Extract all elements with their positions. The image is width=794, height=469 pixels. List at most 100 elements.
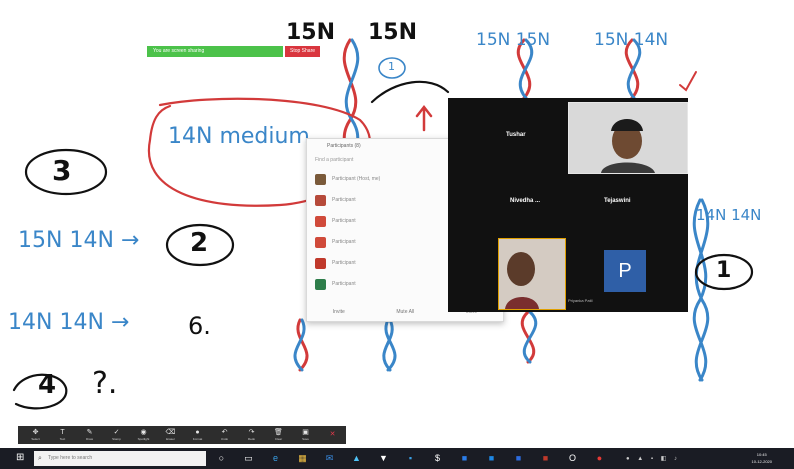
- toolbar-button-redo[interactable]: ↷ Redo: [238, 427, 265, 443]
- toolbar-label: Redo: [247, 437, 256, 441]
- participants-footer-button[interactable]: Mute All: [396, 309, 414, 315]
- label-circle-three: 3: [52, 154, 72, 187]
- annotation-toolbar: ✥ Select T Text ✎ Draw ✓ Stamp ◉ Spotlight ⌫ Eraser…: [18, 426, 346, 444]
- participant-video-1[interactable]: [568, 102, 688, 174]
- toolbar-label: Stamp: [112, 437, 121, 441]
- taskbar-app-icon[interactable]: ✉: [324, 453, 335, 464]
- taskbar-app-icon[interactable]: ○: [216, 453, 227, 464]
- person-silhouette-icon: [569, 103, 687, 173]
- label-15n-top-2: 15N: [368, 20, 418, 45]
- label-circle-one-right: 1: [716, 258, 732, 283]
- person-silhouette-icon: [499, 239, 565, 309]
- label-14n-medium: 14N medium: [168, 124, 310, 149]
- participant-avatar: [315, 194, 326, 206]
- search-icon: ⌕: [38, 455, 42, 462]
- toolbar-label: Save: [302, 437, 309, 441]
- toolbar-icon: ✎: [86, 429, 93, 436]
- label-right-pair-2: 15N 14N: [594, 30, 669, 50]
- toolbar-label: Select: [31, 437, 40, 441]
- toolbar-label: Format: [192, 437, 203, 441]
- taskbar: ⊞ ⌕ Type here to search ○ ▭ e ▦ ✉ ▲ ▼ ▪ $ ■ ■ ■ ■ O ● …: [0, 448, 794, 469]
- share-status-text: You are screen sharing: [147, 46, 283, 57]
- taskbar-app-icon[interactable]: ▦: [297, 453, 308, 464]
- taskbar-app-icon[interactable]: ■: [540, 453, 551, 464]
- label-six: 6.: [188, 312, 211, 340]
- toolbar-label: Clear: [274, 437, 283, 441]
- taskbar-app-icon[interactable]: ■: [459, 453, 470, 464]
- toolbar-button-select[interactable]: ✥ Select: [22, 427, 49, 443]
- participant-video-2[interactable]: [498, 238, 566, 310]
- taskbar-app-icon[interactable]: ▪: [405, 453, 416, 464]
- taskbar-search-input[interactable]: ⌕ Type here to search: [34, 451, 206, 466]
- toolbar-button-save[interactable]: ▣ Save: [292, 427, 319, 443]
- taskbar-app-icon[interactable]: e: [270, 453, 281, 464]
- taskbar-app-icon[interactable]: $: [432, 453, 443, 464]
- label-15n-top: 15N: [286, 20, 336, 45]
- toolbar-label: Text: [59, 437, 66, 441]
- toolbar-button-format[interactable]: ● Format: [184, 427, 211, 443]
- taskbar-app-icon[interactable]: O: [567, 453, 578, 464]
- toolbar-icon: ▣: [302, 429, 309, 436]
- toolbar-icon: ✕: [329, 431, 336, 438]
- search-placeholder: Type here to search: [48, 455, 93, 461]
- label-circle-two: 2: [190, 228, 209, 258]
- toolbar-icon: ↶: [221, 429, 228, 436]
- participant-name-tejaswini: Tejaswini: [604, 198, 631, 204]
- dna-helix-far-right: [692, 198, 710, 382]
- screen: 15N 15N 1 14N medium 3 15N 14N → 2 14N 1…: [0, 0, 794, 469]
- curved-arrow: [370, 80, 450, 104]
- taskbar-clock[interactable]: 10:45 10-12-2020: [752, 451, 772, 465]
- toolbar-button-clear[interactable]: 🗑 Clear: [265, 427, 292, 443]
- red-up-arrow: [415, 104, 433, 132]
- label-14n-14n: 14N 14N →: [8, 310, 130, 335]
- taskbar-app-icon[interactable]: ●: [594, 453, 605, 464]
- label-right-ln: 14N 14N: [696, 206, 762, 224]
- participant-avatar: [315, 173, 326, 185]
- presenter-name: Priyanka Patil: [568, 298, 593, 303]
- toolbar-label: Spotlight: [137, 437, 150, 441]
- red-check: [679, 71, 697, 92]
- clock-time: 10:45: [756, 452, 767, 457]
- label-circle-four: 4: [38, 370, 57, 400]
- toolbar-button-draw[interactable]: ✎ Draw: [76, 427, 103, 443]
- participant-name-tushar: Tushar: [506, 132, 526, 138]
- participant-avatar: [315, 236, 326, 248]
- participant-avatar: [315, 278, 326, 290]
- toolbar-button-spotlight[interactable]: ◉ Spotlight: [130, 427, 157, 443]
- toolbar-icon: ↷: [248, 429, 255, 436]
- screen-share-banner: You are screen sharing Stop Share: [147, 46, 323, 57]
- participant-name-nivedha: Nivedha ...: [510, 198, 541, 204]
- toolbar-icon: T: [60, 429, 65, 436]
- toolbar-label: Draw: [85, 437, 93, 441]
- toolbar-button-eraser[interactable]: ⌫ Eraser: [157, 427, 184, 443]
- presenter-avatar[interactable]: P: [604, 250, 646, 292]
- toolbar-button-text[interactable]: T Text: [49, 427, 76, 443]
- toolbar-button-undo[interactable]: ↶ Undo: [211, 427, 238, 443]
- toolbar-icon: ◉: [140, 429, 147, 436]
- tray-icons[interactable]: ● ▲ ▪ ◧ ♪: [626, 455, 680, 462]
- taskbar-app-icon[interactable]: ▭: [243, 453, 254, 464]
- taskbar-app-icon[interactable]: ■: [513, 453, 524, 464]
- participants-footer-button[interactable]: Invite: [333, 309, 345, 315]
- taskbar-app-icon[interactable]: ■: [486, 453, 497, 464]
- toolbar-button-stamp[interactable]: ✓ Stamp: [103, 427, 130, 443]
- system-tray: ● ▲ ▪ ◧ ♪ 10:45 10-12-2020: [626, 451, 786, 466]
- clock-date: 10-12-2020: [751, 459, 772, 464]
- toolbar-icon: 🗑: [274, 429, 283, 436]
- taskbar-app-icon[interactable]: ▲: [351, 453, 362, 464]
- stop-share-button[interactable]: Stop Share: [285, 46, 321, 57]
- toolbar-icon: ✓: [113, 429, 120, 436]
- toolbar-label: Eraser: [166, 437, 175, 441]
- participant-avatar: [315, 215, 326, 227]
- participants-title: Participants (8): [327, 143, 361, 149]
- label-question: ?.: [92, 366, 118, 401]
- toolbar-icon: ●: [195, 429, 200, 436]
- video-gallery: Tushar Tejaswini Nivedha ... P Priyanka …: [448, 98, 688, 312]
- label-circle-one-top: 1: [388, 60, 395, 73]
- taskbar-app-icon[interactable]: ▼: [378, 453, 389, 464]
- toolbar-button-close[interactable]: ✕: [319, 427, 346, 443]
- label-15n-14n: 15N 14N →: [18, 228, 140, 253]
- windows-start-icon[interactable]: ⊞: [16, 453, 26, 463]
- toolbar-label: Undo: [220, 437, 229, 441]
- participant-avatar: [315, 257, 326, 269]
